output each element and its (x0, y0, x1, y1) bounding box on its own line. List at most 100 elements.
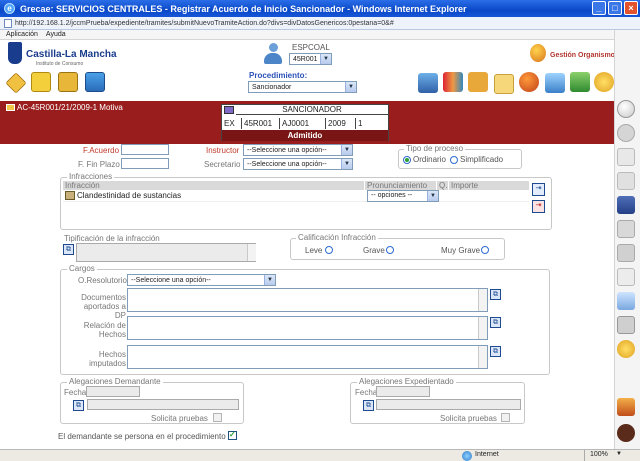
chevron-down-icon[interactable]: ▼ (616, 451, 622, 457)
case-cell-type: EX (222, 118, 242, 129)
address-bar[interactable]: http://192.168.1.2/jccmPrueba/expediente… (0, 17, 640, 30)
font-icon[interactable] (617, 316, 635, 334)
copy-icon[interactable] (617, 220, 635, 238)
minimize-button[interactable]: _ (592, 1, 606, 15)
muy-grave-radio[interactable] (481, 246, 489, 254)
open-folder-icon[interactable] (58, 72, 78, 92)
simplificado-radio[interactable] (450, 156, 458, 164)
brand-subtitle: Instituto de Consumo (36, 61, 84, 67)
folder-icon[interactable] (31, 72, 51, 92)
print-icon[interactable] (617, 244, 635, 262)
expedientado-lookup-button[interactable]: ⧉ (363, 400, 374, 411)
documentos-lookup-button[interactable]: ⧉ (490, 289, 501, 300)
gestion-organismo-link[interactable]: Gestión Organismo (550, 52, 615, 59)
instructor-value: --Seleccione una opción-- (247, 146, 327, 154)
case-cells: EX 45R001 AJ0001 2009 1 (222, 118, 388, 129)
persona-checkbox[interactable] (228, 430, 237, 440)
envelope-icon[interactable] (494, 74, 514, 94)
demandante-fecha-input[interactable] (86, 386, 140, 397)
calificacion-legend: Calificación Infracción (296, 233, 378, 242)
add-infraccion-button[interactable]: ⇥ (532, 183, 545, 196)
expedientado-solicita-checkbox[interactable] (501, 413, 510, 422)
tipo-proceso-legend: Tipo de proceso (404, 144, 466, 153)
expedientado-alegacion-input[interactable] (376, 399, 521, 410)
menu-item-ayuda[interactable]: Ayuda (46, 31, 66, 38)
f-acuerdo-label: F.Acuerdo (83, 146, 120, 155)
demandante-solicita-checkbox[interactable] (213, 413, 222, 422)
folder-icon (6, 104, 15, 111)
relacion-scrollbar[interactable] (478, 317, 487, 339)
options-icon[interactable] (617, 340, 635, 358)
menu-item-aplicacion[interactable]: Aplicación (6, 31, 38, 38)
close-button[interactable]: × (624, 1, 638, 15)
books-icon[interactable] (443, 72, 463, 92)
demandante-lookup-button[interactable]: ⧉ (73, 400, 84, 411)
relacion-textarea[interactable] (127, 316, 488, 340)
right-sidebar (614, 30, 640, 449)
archive-icon[interactable] (468, 72, 488, 92)
tipificacion-scrollbar[interactable] (247, 244, 256, 261)
f-fin-plazo-input[interactable] (121, 158, 169, 169)
settings-icon[interactable] (594, 72, 614, 92)
print-preview-icon[interactable] (617, 268, 635, 286)
zoom-level[interactable]: 100% (590, 451, 608, 458)
tools-icon[interactable] (570, 72, 590, 92)
simplificado-label: Simplificado (460, 155, 504, 164)
hechos-textarea[interactable] (127, 345, 488, 369)
secretario-select[interactable]: --Seleccione una opción-- ▼ (243, 158, 353, 170)
address-url[interactable]: http://192.168.1.2/jccmPrueba/expediente… (15, 20, 394, 27)
menu-bar: Aplicación Ayuda (0, 30, 640, 40)
case-reference: AC-45R001/21/2009-1 Motiva (6, 103, 123, 112)
documentos-scrollbar[interactable] (478, 289, 487, 311)
o-resolutorio-select[interactable]: --Seleccione una opción-- ▼ (127, 274, 276, 286)
f-acuerdo-input[interactable] (121, 144, 169, 155)
pages-icon[interactable] (617, 172, 635, 190)
computer-icon[interactable] (85, 72, 105, 92)
demandante-alegacion-input[interactable] (87, 399, 239, 410)
status-bar: Internet 100% ▼ (0, 449, 640, 461)
relacion-lookup-button[interactable]: ⧉ (490, 317, 501, 328)
search-document-icon[interactable] (545, 73, 565, 93)
cargos-legend: Cargos (67, 264, 97, 273)
magnifier-icon[interactable] (617, 100, 635, 118)
instructor-select[interactable]: --Seleccione una opción-- ▼ (243, 144, 353, 156)
tools-cross-icon[interactable] (617, 398, 635, 416)
remove-infraccion-button[interactable]: ⇥ (532, 200, 545, 213)
grave-label: Grave (363, 246, 385, 255)
procedimiento-value: Sancionador (252, 83, 292, 91)
expedientado-fecha-label: Fecha (355, 388, 378, 397)
procedimiento-select[interactable]: Sancionador ▼ (248, 81, 357, 93)
user-select[interactable]: 45R001 ▼ (289, 53, 332, 65)
hechos-scrollbar[interactable] (478, 346, 487, 368)
ordinario-radio[interactable] (403, 156, 411, 164)
save-icon[interactable] (617, 196, 635, 214)
hechos-lookup-button[interactable]: ⧉ (490, 346, 501, 357)
infracciones-legend: Infracciones (67, 172, 115, 181)
back-icon[interactable] (617, 124, 635, 142)
bottle-icon[interactable] (617, 292, 635, 310)
pronunciamiento-select[interactable]: -- opciones -- ▼ (367, 189, 439, 202)
globe-icon[interactable] (519, 72, 539, 92)
leve-radio[interactable] (325, 246, 333, 254)
chevron-down-icon: ▼ (320, 54, 331, 64)
grave-radio[interactable] (386, 246, 394, 254)
user-select-value: 45R001 (293, 55, 318, 63)
case-cell-office: 45R001 (242, 118, 280, 129)
case-cell-number: 1 (358, 119, 363, 128)
document-icon[interactable] (617, 148, 635, 166)
ordinario-label: Ordinario (413, 155, 446, 164)
procedimiento-label: Procedimiento: (249, 71, 308, 80)
alegaciones-expedientado-legend: Alegaciones Expedientado (357, 377, 456, 386)
maximize-button[interactable]: □ (608, 1, 622, 15)
tipificacion-legend: Tipificación de la infracción (62, 234, 162, 243)
case-cell-code: AJ0001 (280, 118, 326, 129)
documentos-textarea[interactable] (127, 288, 488, 312)
table-row[interactable]: Clandestinidad de sustancias -- opciones… (63, 189, 529, 202)
expedientado-fecha-input[interactable] (376, 386, 430, 397)
tipificacion-textarea[interactable] (76, 243, 256, 262)
diamond-tool-icon[interactable] (5, 72, 27, 94)
exit-icon[interactable] (617, 424, 635, 442)
tipificacion-lookup-button[interactable]: ⧉ (63, 244, 74, 255)
laptop-icon[interactable] (418, 73, 438, 93)
page-icon (4, 18, 12, 28)
